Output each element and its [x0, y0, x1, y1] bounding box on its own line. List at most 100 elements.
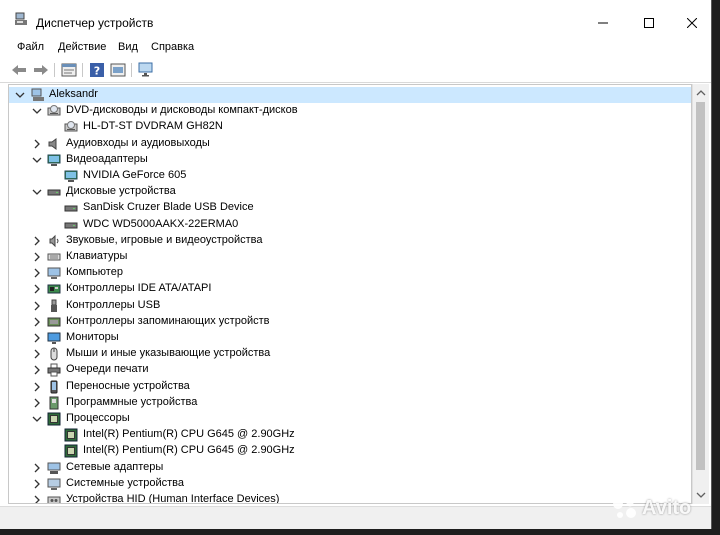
chevron-right-icon[interactable] — [32, 333, 42, 343]
back-arrow-icon[interactable] — [9, 61, 29, 79]
tree-category-row[interactable]: Компьютер — [9, 265, 691, 281]
device-tree[interactable]: Aleksandr DVD-дисководы и дисководы комп… — [8, 84, 692, 504]
speaker-icon — [47, 137, 61, 151]
scroll-up-icon[interactable] — [693, 86, 710, 100]
tree-category-row[interactable]: Дисковые устройства — [9, 184, 691, 200]
chevron-right-icon[interactable] — [32, 139, 42, 149]
tree-node-label: HL-DT-ST DVDRAM GH82N — [83, 120, 223, 133]
maximize-button[interactable] — [626, 9, 672, 37]
tree-category-row[interactable]: Программные устройства — [9, 395, 691, 411]
minimize-button[interactable] — [580, 9, 626, 37]
chevron-right-icon[interactable] — [32, 495, 42, 503]
tree-category-row[interactable]: Контроллеры IDE ATA/ATAPI — [9, 281, 691, 297]
scrollbar-thumb[interactable] — [696, 102, 705, 470]
tree-device-row[interactable]: SanDisk Cruzer Blade USB Device — [9, 200, 691, 216]
tree-category-row[interactable]: Сетевые адаптеры — [9, 460, 691, 476]
forward-arrow-icon[interactable] — [31, 61, 51, 79]
menu-file[interactable]: Файл — [17, 41, 44, 53]
tree-category-row[interactable]: Видеоадаптеры — [9, 152, 691, 168]
tree-category-row[interactable]: Мыши и иные указывающие устройства — [9, 346, 691, 362]
tree-node-label: DVD-дисководы и дисководы компакт-дисков — [66, 104, 298, 117]
tree-category-row[interactable]: Аудиовходы и аудиовыходы — [9, 136, 691, 152]
chevron-down-icon[interactable] — [32, 414, 42, 424]
usb-icon — [47, 299, 61, 313]
chevron-down-icon[interactable] — [15, 90, 25, 100]
tree-category-row[interactable]: Процессоры — [9, 411, 691, 427]
chevron-right-icon[interactable] — [32, 365, 42, 375]
tree-category-row[interactable]: Очереди печати — [9, 362, 691, 378]
tree-root-label: Aleksandr — [49, 88, 98, 100]
disk-drive-icon — [64, 218, 78, 232]
title-bar[interactable]: Диспетчер устройств — [0, 0, 711, 34]
processor-icon — [64, 428, 78, 442]
chevron-right-icon[interactable] — [32, 252, 42, 262]
dvd-drive-icon — [64, 120, 78, 134]
tree-node-label: Контроллеры запоминающих устройств — [66, 314, 270, 327]
chevron-right-icon[interactable] — [32, 463, 42, 473]
tree-node-label: Мониторы — [66, 331, 119, 343]
tree-node-label: Звуковые, игровые и видеоустройства — [66, 233, 263, 246]
chevron-right-icon[interactable] — [32, 236, 42, 246]
tree-category-row[interactable]: Клавиатуры — [9, 249, 691, 265]
tree-category-row[interactable]: Звуковые, игровые и видеоустройства — [9, 233, 691, 249]
tree-category-row[interactable]: Контроллеры запоминающих устройств — [9, 314, 691, 330]
avito-logo-icon — [613, 498, 636, 518]
tree-category-row[interactable]: DVD-дисководы и дисководы компакт-дисков — [9, 103, 691, 119]
tree-node-label: Intel(R) Pentium(R) CPU G645 @ 2.90GHz — [83, 444, 295, 457]
portable-device-icon — [47, 380, 61, 394]
tree-device-row[interactable]: HL-DT-ST DVDRAM GH82N — [9, 119, 691, 135]
tree-node-label: WDC WD5000AAKX-22ERMA0 — [83, 217, 239, 230]
update-driver-icon[interactable] — [108, 61, 128, 79]
close-button[interactable] — [672, 9, 712, 37]
chevron-right-icon[interactable] — [32, 349, 42, 359]
scan-monitor-icon[interactable] — [136, 61, 156, 79]
chevron-down-icon[interactable] — [32, 155, 42, 165]
help-icon[interactable]: ? — [87, 61, 107, 79]
chevron-down-icon[interactable] — [32, 187, 42, 197]
system-device-icon — [47, 477, 61, 491]
tree-node-label: Контроллеры USB — [66, 298, 161, 311]
chevron-right-icon[interactable] — [32, 479, 42, 489]
tree-category-row[interactable]: Мониторы — [9, 330, 691, 346]
display-adapter-icon — [64, 169, 78, 183]
tree-root-row[interactable]: Aleksandr — [9, 87, 691, 103]
sound-icon — [47, 234, 61, 248]
watermark-text: Avito — [642, 497, 692, 519]
keyboard-icon — [47, 250, 61, 264]
menu-view[interactable]: Вид — [118, 41, 138, 53]
toolbar: ? — [0, 58, 711, 83]
tree-device-row[interactable]: Intel(R) Pentium(R) CPU G645 @ 2.90GHz — [9, 427, 691, 443]
tree-node-label: Мыши и иные указывающие устройства — [66, 347, 271, 360]
tree-node-label: NVIDIA GeForce 605 — [83, 169, 187, 181]
hid-icon — [47, 493, 61, 503]
processor-icon — [64, 444, 78, 458]
scroll-down-icon[interactable] — [693, 488, 710, 502]
chevron-right-icon[interactable] — [32, 382, 42, 392]
chevron-down-icon[interactable] — [32, 106, 42, 116]
vertical-scrollbar[interactable] — [692, 84, 709, 504]
properties-icon[interactable] — [59, 61, 79, 79]
tree-node-label: Процессоры — [66, 412, 130, 424]
menu-help[interactable]: Справка — [151, 41, 194, 53]
tree-category-row[interactable]: Переносные устройства — [9, 379, 691, 395]
tree-category-row[interactable]: Контроллеры USB — [9, 298, 691, 314]
chevron-right-icon[interactable] — [32, 398, 42, 408]
chevron-right-icon[interactable] — [32, 317, 42, 327]
tree-node-label: Очереди печати — [66, 363, 149, 376]
toolbar-separator — [82, 63, 83, 77]
dvd-drive-icon — [47, 104, 61, 118]
tree-category-row[interactable]: Устройства HID (Human Interface Devices) — [9, 492, 691, 503]
chevron-right-icon[interactable] — [32, 301, 42, 311]
tree-device-row[interactable]: Intel(R) Pentium(R) CPU G645 @ 2.90GHz — [9, 443, 691, 459]
tree-device-row[interactable]: NVIDIA GeForce 605 — [9, 168, 691, 184]
window-title: Диспетчер устройств — [36, 16, 154, 30]
software-device-icon — [47, 396, 61, 410]
device-manager-icon — [14, 12, 28, 26]
chevron-right-icon[interactable] — [32, 284, 42, 294]
tree-category-row[interactable]: Системные устройства — [9, 476, 691, 492]
menu-action[interactable]: Действие — [58, 41, 106, 53]
tree-device-row[interactable]: WDC WD5000AAKX-22ERMA0 — [9, 217, 691, 233]
tree-node-label: SanDisk Cruzer Blade USB Device — [83, 201, 254, 214]
chevron-right-icon[interactable] — [32, 268, 42, 278]
tree-node-label: Сетевые адаптеры — [66, 460, 164, 473]
